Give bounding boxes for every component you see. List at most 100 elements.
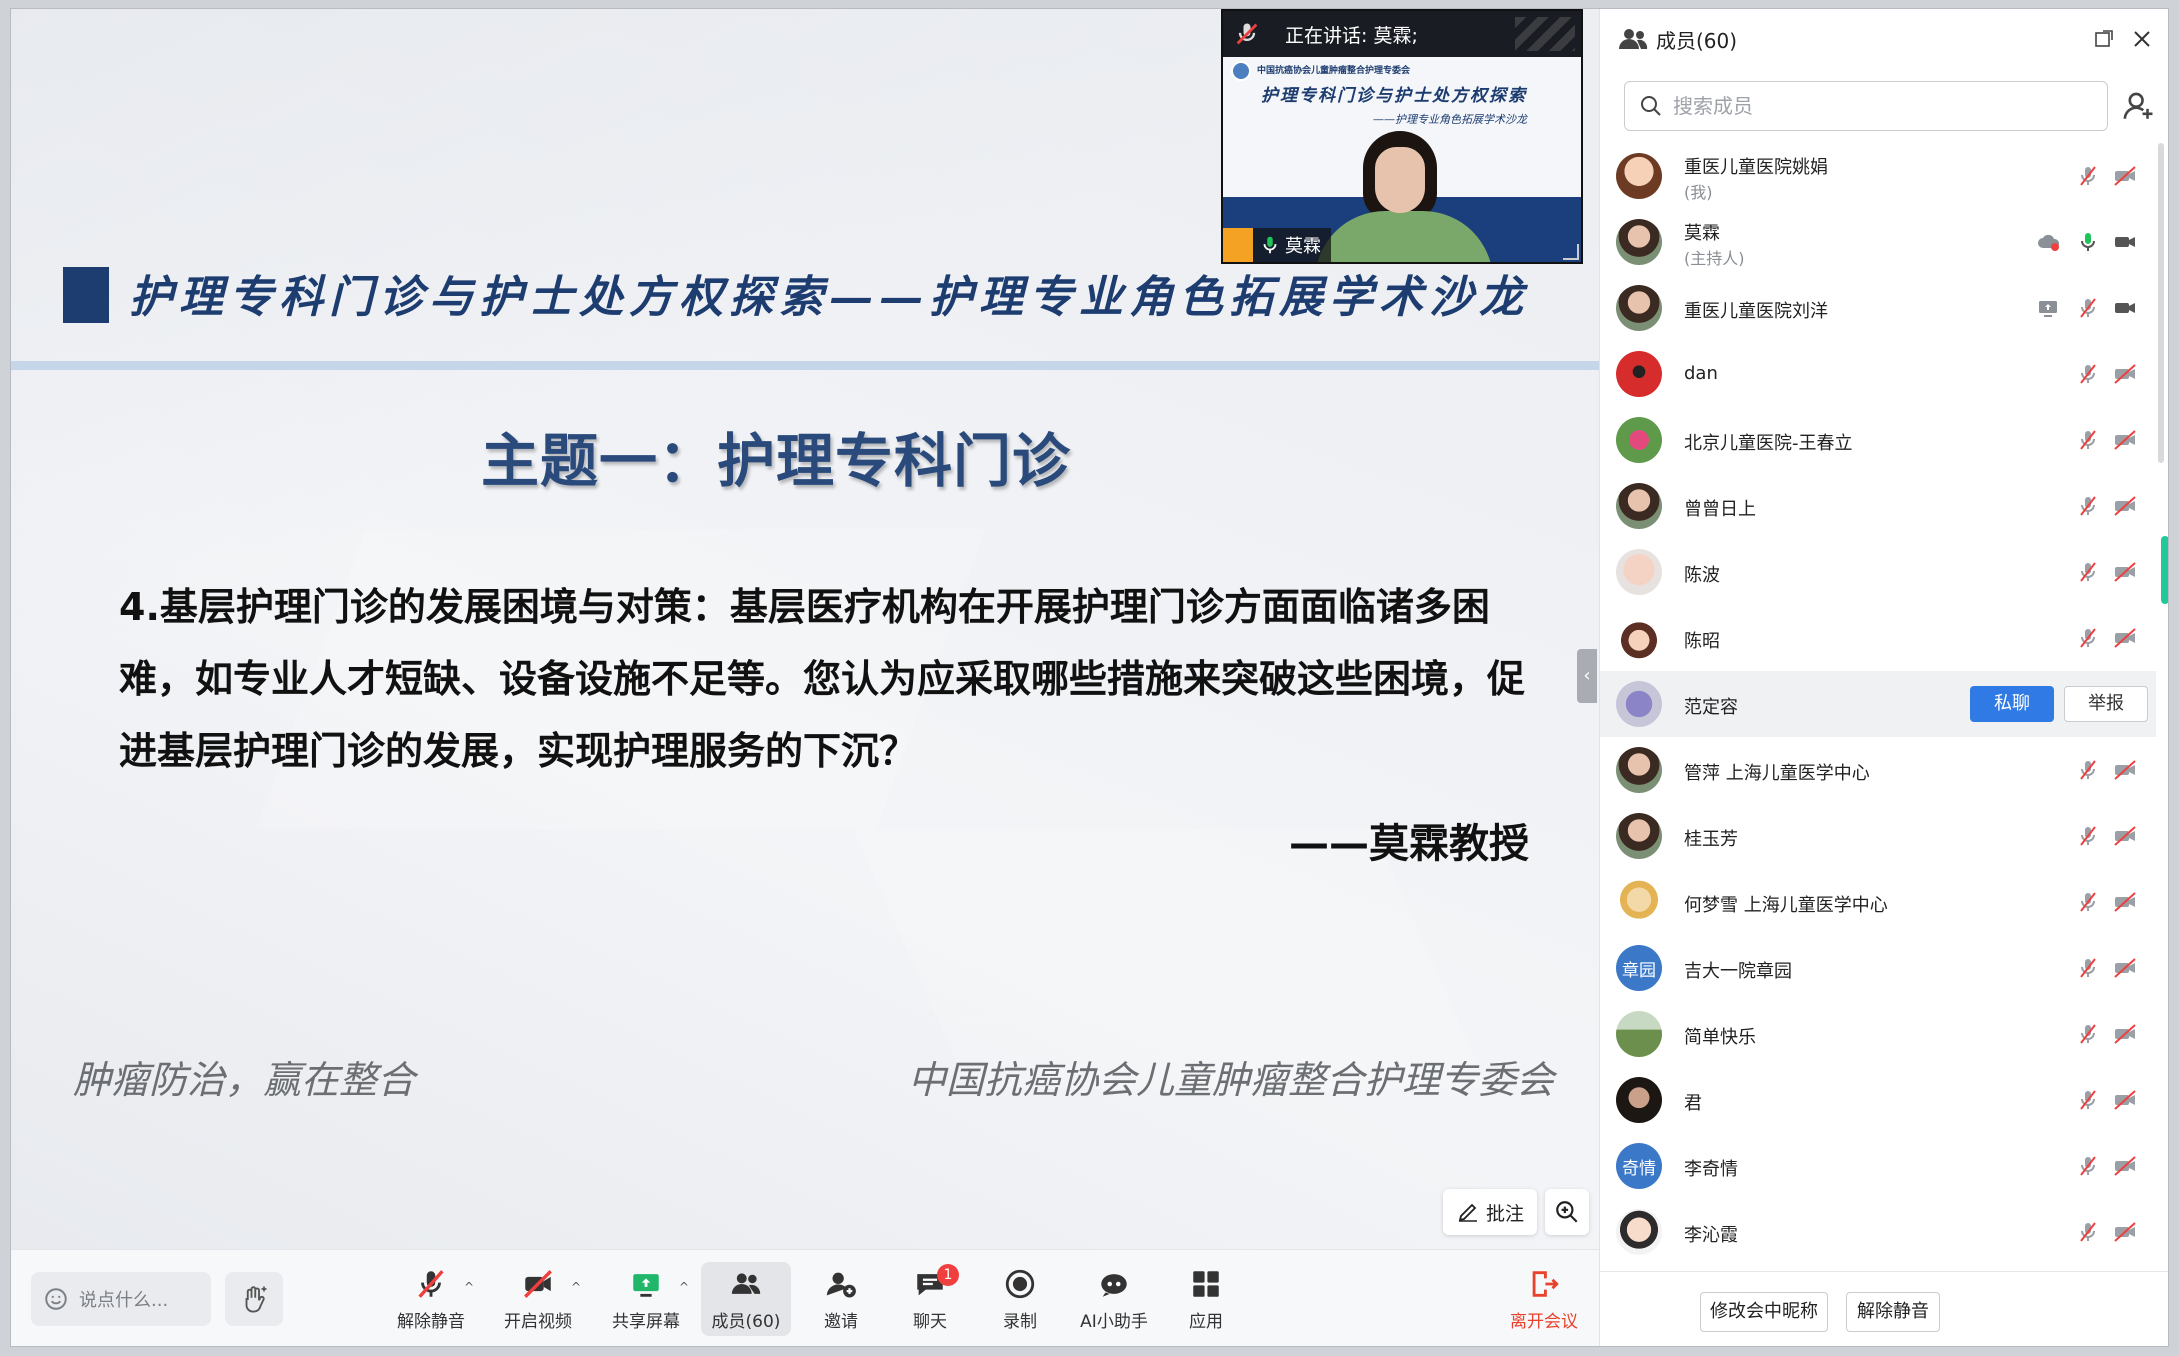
member-row[interactable]: 章园 吉大一院章园 <box>1600 935 2156 1001</box>
camera-off-icon[interactable] <box>2112 824 2138 848</box>
camera-off-icon[interactable] <box>2112 1154 2138 1178</box>
unmute-all-button[interactable]: 解除静音 <box>1846 1292 1940 1332</box>
camera-off-icon[interactable] <box>2112 758 2138 782</box>
member-row[interactable]: dan <box>1600 341 2156 407</box>
mic-off-icon[interactable] <box>2076 428 2100 452</box>
avatar <box>1616 483 1662 529</box>
video-options-caret[interactable]: ^ <box>571 1280 581 1294</box>
share-screen-button[interactable]: 共享屏幕 ^ <box>601 1262 691 1336</box>
mic-off-icon[interactable] <box>2076 1088 2100 1112</box>
camera-off-icon[interactable] <box>2112 1022 2138 1046</box>
member-row[interactable]: 北京儿童医院-王春立 <box>1600 407 2156 473</box>
member-row[interactable]: 重医儿童医院刘洋 <box>1600 275 2156 341</box>
mic-off-icon[interactable] <box>2076 1022 2100 1046</box>
member-row[interactable]: 简单快乐 <box>1600 1001 2156 1067</box>
mic-off-icon[interactable] <box>2076 1220 2100 1244</box>
speaking-bar: 正在讲话: 莫霖; <box>1223 11 1581 57</box>
member-row[interactable]: 奇情 李奇情 <box>1600 1133 2156 1199</box>
camera-off-icon <box>524 1269 552 1298</box>
record-icon <box>1005 1269 1035 1298</box>
mic-off-icon[interactable] <box>2076 1154 2100 1178</box>
member-row[interactable]: 曾曾日上 <box>1600 473 2156 539</box>
avatar <box>1616 153 1662 199</box>
camera-off-icon[interactable] <box>2112 560 2138 584</box>
org-logo <box>1231 61 1251 81</box>
mic-off-icon[interactable] <box>2076 494 2100 518</box>
camera-off-icon[interactable] <box>2112 1220 2138 1244</box>
mic-on-icon[interactable] <box>2076 230 2100 254</box>
mic-off-icon[interactable] <box>2076 626 2100 650</box>
video-slide-subtitle: ——护理专业角色拓展学术沙龙 <box>1373 113 1527 126</box>
camera-off-icon[interactable] <box>2112 164 2138 188</box>
member-row[interactable]: 管萍 上海儿童医学中心 <box>1600 737 2156 803</box>
mic-off-icon[interactable] <box>2076 296 2100 320</box>
camera-on-icon[interactable] <box>2112 230 2138 254</box>
outer-scroll-indicator[interactable] <box>2161 536 2168 604</box>
apps-icon <box>1193 1270 1219 1297</box>
chat-placeholder: 说点什么... <box>79 1290 169 1311</box>
member-row[interactable]: 君 <box>1600 1067 2156 1133</box>
speaker-video[interactable]: 中国抗癌协会儿童肿瘤整合护理专委会 护理专科门诊与护士处方权探索 ——护理专业角… <box>1221 9 1583 264</box>
members-panel: 成员(60) 重医儿童医院姚娟 (我) 莫霖 (主持人) 重医儿童医院刘洋 dan 北京儿童… <box>1599 9 2168 1346</box>
close-icon[interactable] <box>2130 27 2154 51</box>
camera-off-icon[interactable] <box>2112 1088 2138 1112</box>
camera-on-icon[interactable] <box>2112 296 2138 320</box>
camera-off-icon[interactable] <box>2112 428 2138 452</box>
avatar <box>1616 417 1662 463</box>
annotate-button[interactable]: 批注 <box>1443 1189 1537 1235</box>
add-member-icon[interactable] <box>2122 89 2156 123</box>
camera-off-icon[interactable] <box>2112 890 2138 914</box>
mic-off-icon[interactable] <box>2076 362 2100 386</box>
unmute-button[interactable]: 解除静音 ^ <box>386 1262 476 1336</box>
collapse-panel-button[interactable]: ‹ <box>1577 649 1597 703</box>
member-row[interactable]: 桂玉芳 <box>1600 803 2156 869</box>
member-name: 莫霖 <box>1684 223 1720 244</box>
member-name: 北京儿童医院-王春立 <box>1684 433 1853 454</box>
member-row[interactable]: 李沁霞 <box>1600 1199 2156 1265</box>
invite-button[interactable]: 邀请 <box>796 1262 886 1336</box>
member-row[interactable]: 何梦雪 上海儿童医学中心 <box>1600 869 2156 935</box>
member-row[interactable]: 重医儿童医院姚娟 (我) <box>1600 143 2156 209</box>
member-row[interactable]: 莫霖 (主持人) <box>1600 209 2156 275</box>
chat-button[interactable]: 聊天 1 <box>885 1262 975 1336</box>
leave-meeting-button[interactable]: 离开会议 <box>1499 1262 1589 1336</box>
mic-off-icon[interactable] <box>2076 956 2100 980</box>
mic-off-icon[interactable] <box>2076 824 2100 848</box>
private-chat-button[interactable]: 私聊 <box>1970 686 2054 722</box>
share-options-caret[interactable]: ^ <box>679 1280 689 1294</box>
video-slide-title: 护理专科门诊与护士处方权探索 <box>1261 86 1527 106</box>
member-row[interactable]: 陈波 <box>1600 539 2156 605</box>
mic-off-icon[interactable] <box>2076 560 2100 584</box>
member-row[interactable]: 陈昭 <box>1600 605 2156 671</box>
member-list-scrollbar[interactable] <box>2158 143 2164 463</box>
apps-button[interactable]: 应用 <box>1161 1262 1251 1336</box>
mic-off-icon[interactable] <box>2076 758 2100 782</box>
mic-off-icon[interactable] <box>2076 164 2100 188</box>
start-video-button[interactable]: 开启视频 ^ <box>493 1262 583 1336</box>
member-row[interactable]: 范定容 私聊 举报 <box>1600 671 2156 737</box>
popout-icon[interactable] <box>2094 29 2114 49</box>
member-name: 陈昭 <box>1684 631 1720 652</box>
record-button[interactable]: 录制 <box>975 1262 1065 1336</box>
camera-off-icon[interactable] <box>2112 362 2138 386</box>
raise-hand-button[interactable] <box>225 1272 283 1326</box>
video-menu-handle[interactable] <box>1515 17 1575 51</box>
zoom-button[interactable] <box>1545 1189 1589 1235</box>
rename-button[interactable]: 修改会中昵称 <box>1700 1292 1828 1332</box>
cloud-record-icon <box>2036 230 2062 254</box>
mic-off-icon[interactable] <box>2076 890 2100 914</box>
member-search-input[interactable] <box>1673 94 2073 118</box>
ai-assistant-icon <box>1101 1273 1127 1297</box>
member-role: (我) <box>1684 183 1713 202</box>
resize-handle[interactable] <box>1563 244 1579 260</box>
camera-off-icon[interactable] <box>2112 494 2138 518</box>
camera-off-icon[interactable] <box>2112 956 2138 980</box>
camera-off-icon[interactable] <box>2112 626 2138 650</box>
ai-assistant-button[interactable]: AI小助手 <box>1069 1262 1159 1336</box>
report-button[interactable]: 举报 <box>2064 686 2148 722</box>
members-button[interactable]: 成员(60) <box>701 1262 791 1336</box>
avatar <box>1616 681 1662 727</box>
member-search[interactable] <box>1624 81 2108 131</box>
unmute-options-caret[interactable]: ^ <box>464 1280 474 1294</box>
chat-quick-input[interactable]: 说点什么... <box>31 1272 211 1326</box>
